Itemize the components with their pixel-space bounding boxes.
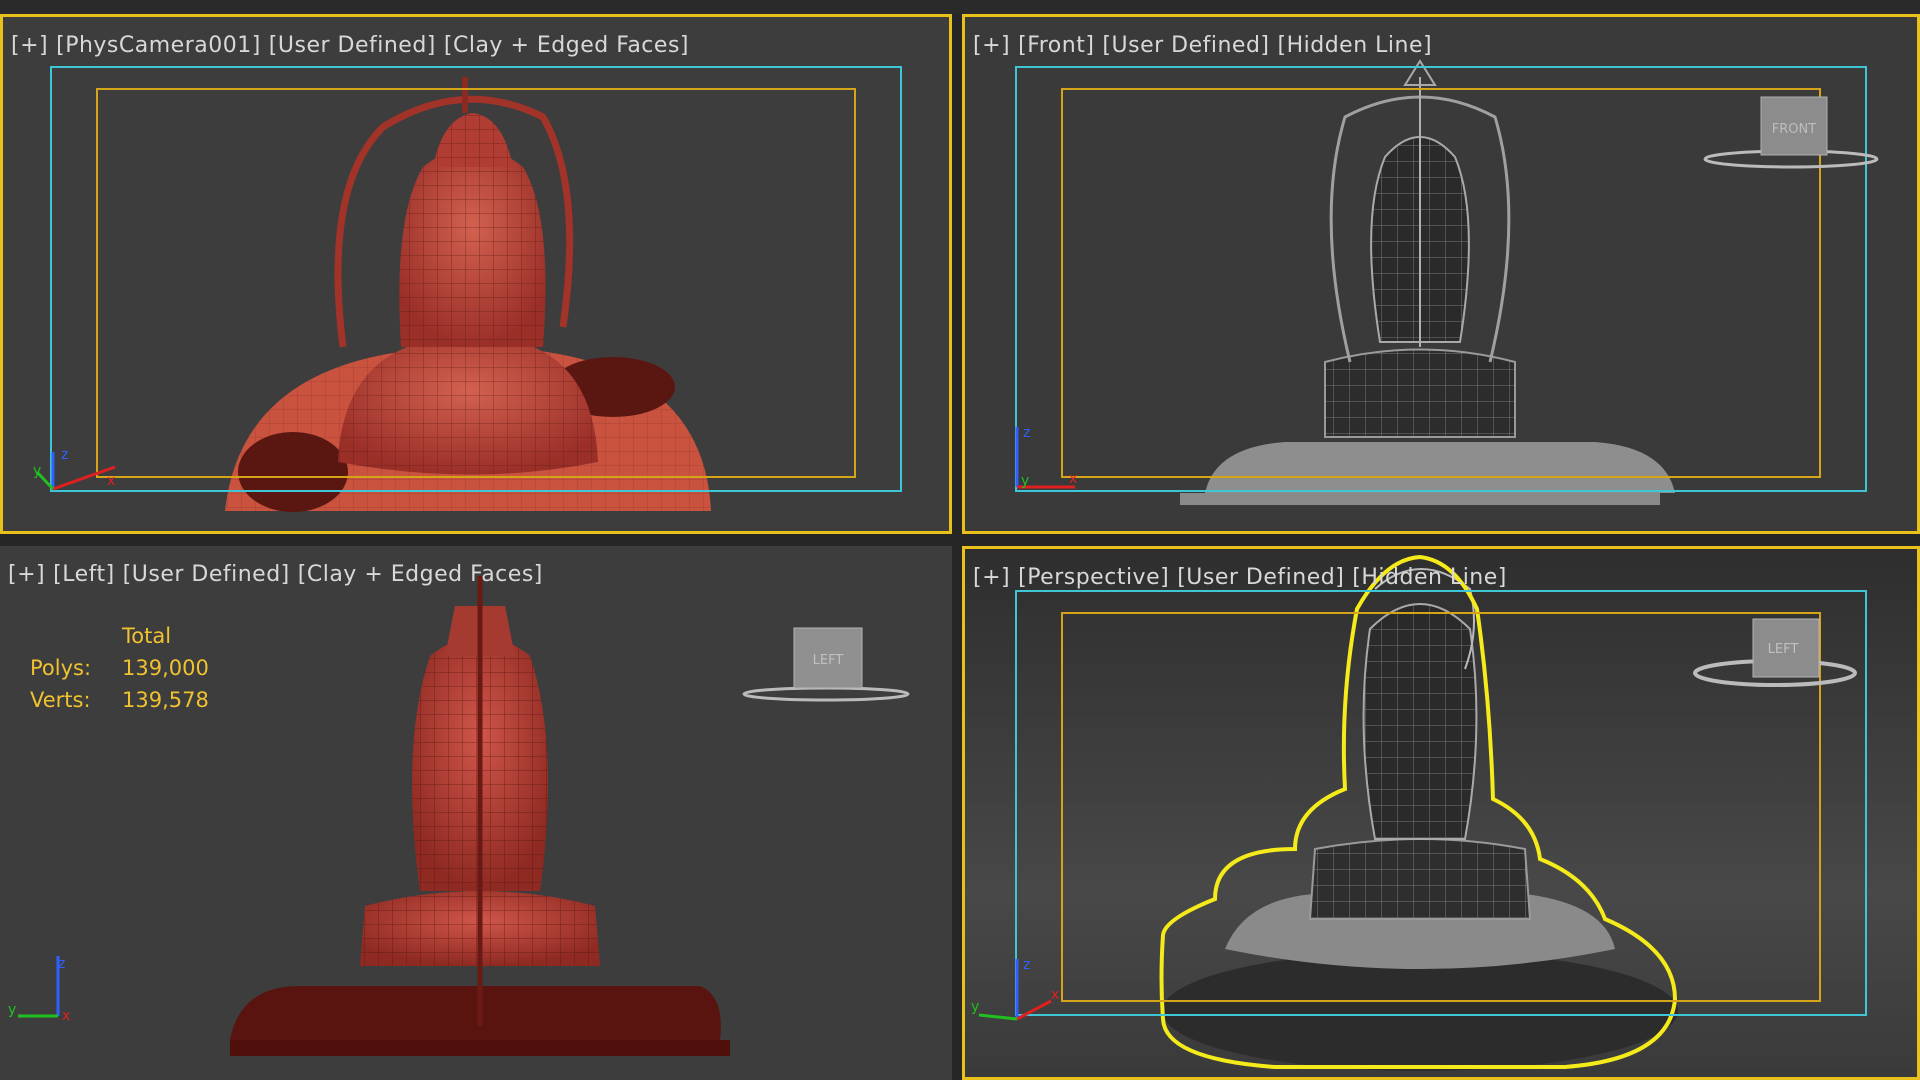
viewport-point-of-view-menu[interactable]: [Left] (53, 562, 115, 587)
viewport-shading-menu[interactable]: [Clay + Edged Faces] (298, 562, 543, 587)
viewport-point-of-view-menu[interactable]: [Perspective] (1018, 565, 1169, 590)
viewport-label[interactable]: [+] [Left] [User Defined] [Clay + Edged Fac… (8, 562, 551, 587)
viewport-label[interactable]: [+] [PhysCamera001] [User Defined] [Clay + … (11, 33, 697, 58)
viewport-preset-menu[interactable]: [User Defined] (1102, 33, 1269, 58)
viewport-menu-plus[interactable]: [+] (11, 33, 48, 58)
viewport-menu-plus[interactable]: [+] (8, 562, 45, 587)
axis-label-y: y (8, 1002, 16, 1018)
axis-label-z: z (1023, 425, 1030, 441)
stats-verts-value: 139,578 (122, 688, 209, 712)
axis-label-x: x (1051, 987, 1059, 1003)
viewport-label[interactable]: [+] [Front] [User Defined] [Hidden Line] (973, 33, 1440, 58)
stats-total-label: Total (122, 624, 172, 648)
axis-label-y: y (1021, 473, 1029, 489)
viewport-shading-menu[interactable]: [Hidden Line] (1278, 33, 1433, 58)
axis-label-z: z (61, 447, 68, 463)
axis-label-y: y (971, 999, 979, 1015)
viewport-divider-vertical[interactable] (952, 14, 962, 1080)
stats-polys-label: Polys: (30, 656, 92, 680)
viewcube-front-icon[interactable]: FRONT (1703, 96, 1879, 169)
lantern-model[interactable] (225, 77, 711, 512)
viewcube-face-label: LEFT (813, 653, 844, 668)
axis-tripod-icon (35, 452, 116, 491)
viewcube-left-icon[interactable]: LEFT (742, 627, 910, 702)
axis-label-x: x (62, 1008, 70, 1024)
viewport-preset-menu[interactable]: [User Defined] (269, 33, 436, 58)
viewport-menu-plus[interactable]: [+] (973, 565, 1010, 590)
axis-label-x: x (1069, 471, 1077, 487)
lantern-model[interactable] (230, 576, 730, 1056)
viewport-camera[interactable]: [+] [PhysCamera001] [User Defined] [Clay + … (0, 14, 952, 534)
viewcube-face-label: LEFT (1768, 642, 1799, 657)
viewport-divider-horizontal[interactable] (0, 534, 1920, 546)
axis-label-x: x (107, 473, 115, 489)
stats-polys-value: 139,000 (122, 656, 209, 680)
axis-label-y: y (33, 463, 41, 479)
viewcube-left-icon[interactable]: LEFT (1693, 618, 1857, 687)
viewport-scene[interactable]: LEFT z y x (965, 549, 1917, 1077)
viewport-menu-plus[interactable]: [+] (973, 33, 1010, 58)
viewport-label[interactable]: [+] [Perspective] [User Defined] [Hidden Li… (973, 565, 1515, 590)
stats-verts-label: Verts: (30, 688, 91, 712)
viewport-front[interactable]: [+] [Front] [User Defined] [Hidden Line] FR… (962, 14, 1920, 534)
viewport-scene[interactable]: z y x (3, 17, 949, 531)
viewport-left[interactable]: [+] [Left] [User Defined] [Clay + Edged Fac… (0, 546, 952, 1080)
viewport-point-of-view-menu[interactable]: [Front] (1018, 33, 1094, 58)
lantern-model[interactable] (1180, 59, 1675, 505)
viewport-preset-menu[interactable]: [User Defined] (123, 562, 290, 587)
viewport-perspective[interactable]: [+] [Perspective] [User Defined] [Hidden Li… (962, 546, 1920, 1080)
axis-tripod-icon (18, 956, 60, 1018)
axis-label-z: z (1023, 957, 1030, 973)
viewport-shading-menu[interactable]: [Clay + Edged Faces] (444, 33, 689, 58)
viewport-top-bar (0, 0, 1920, 14)
viewport-shading-menu[interactable]: [Hidden Line] (1352, 565, 1507, 590)
viewport-preset-menu[interactable]: [User Defined] (1177, 565, 1344, 590)
viewport-scene[interactable]: FRONT z y x (965, 17, 1917, 531)
scene-statistics: Total Polys: 139,000 Verts: 139,578 (30, 620, 209, 716)
lantern-model[interactable] (1159, 554, 1679, 1071)
viewport-point-of-view-menu[interactable]: [PhysCamera001] (56, 33, 261, 58)
axis-label-z: z (58, 956, 65, 972)
viewcube-face-label: FRONT (1772, 122, 1816, 137)
